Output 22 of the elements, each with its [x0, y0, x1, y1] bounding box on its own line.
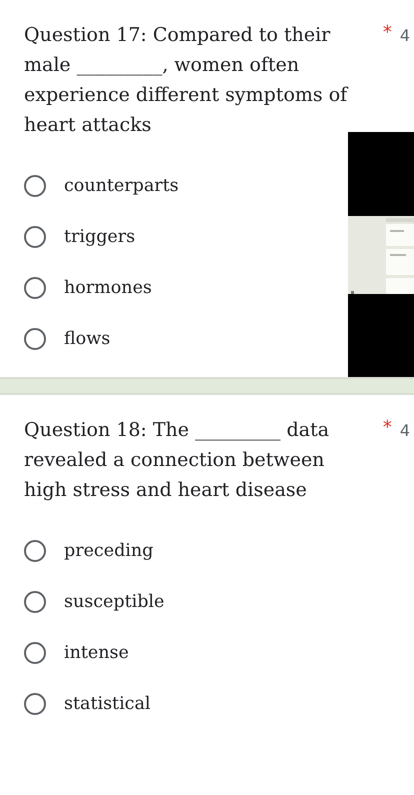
- required-mark: *: [382, 417, 392, 440]
- radio-button[interactable]: [24, 693, 46, 715]
- points-text: 4: [400, 420, 410, 440]
- option-label: intense: [64, 642, 129, 664]
- radio-button[interactable]: [24, 642, 46, 664]
- radio-button[interactable]: [24, 328, 46, 350]
- radio-button[interactable]: [24, 277, 46, 299]
- radio-button[interactable]: [24, 175, 46, 197]
- option-label: preceding: [64, 540, 154, 562]
- option-label: statistical: [64, 693, 151, 715]
- radio-button[interactable]: [24, 591, 46, 613]
- required-mark: *: [382, 22, 392, 45]
- question-text: Question 18: The _________ data revealed a connection between high stress and heart disease: [24, 418, 330, 503]
- option-label: susceptible: [64, 591, 164, 613]
- option-label: triggers: [64, 226, 136, 248]
- points-text: 4: [400, 25, 410, 45]
- radio-button[interactable]: [24, 540, 46, 562]
- radio-button[interactable]: [24, 226, 46, 248]
- option-label: hormones: [64, 277, 152, 299]
- option-label: counterparts: [64, 175, 179, 197]
- option-label: flows: [64, 328, 110, 350]
- question-text: Question 17: Compared to their male _________, women often experience different symptoms of heart attacks: [24, 23, 350, 138]
